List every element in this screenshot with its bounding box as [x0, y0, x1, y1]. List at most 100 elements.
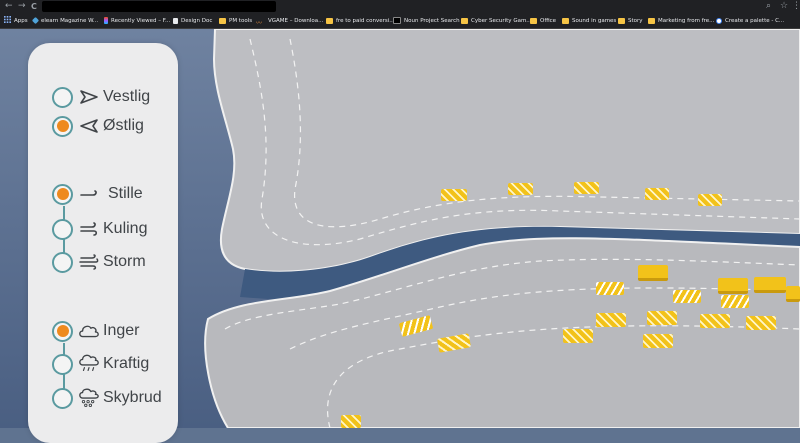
car [574, 182, 599, 194]
folder-icon [618, 17, 625, 24]
reload-button[interactable]: C [31, 1, 37, 12]
folder-icon [530, 17, 537, 24]
forward-button[interactable]: → [18, 1, 26, 12]
back-button[interactable]: ← [5, 1, 13, 12]
car [643, 334, 673, 348]
bookmark-design-doc[interactable]: Design Doc [173, 13, 212, 28]
bookmark-label: fre to paid conversi... [336, 17, 395, 24]
car [698, 194, 722, 206]
zoom-icon[interactable]: ⌕ [766, 1, 771, 12]
wind-calm-icon [78, 184, 100, 204]
bookmark-story[interactable]: Story [618, 13, 643, 28]
car [721, 295, 749, 308]
option-kraftig[interactable]: Kraftig [52, 353, 149, 375]
bookmark-apps[interactable]: Apps [4, 13, 28, 28]
bookmark-elearn[interactable]: elearn Magazine W... [31, 13, 99, 28]
option-label: Kraftig [103, 355, 150, 372]
bookmark-label: Create a palette - C... [725, 17, 785, 24]
option-kuling[interactable]: Kuling [52, 218, 147, 240]
bookmark-label: Recently Viewed – F... [111, 17, 171, 24]
option-inger[interactable]: Inger [52, 320, 139, 342]
bookmark-figma[interactable]: Recently Viewed – F... [104, 13, 170, 28]
bookmark-fre-to-paid[interactable]: fre to paid conversi... [326, 13, 395, 28]
option-label: Inger [103, 322, 140, 339]
bookmark-label: elearn Magazine W... [41, 17, 99, 24]
bookmark-marketing[interactable]: Marketing from fre... [648, 13, 714, 28]
cloud-heavy-rain-icon [78, 388, 100, 408]
option-storm[interactable]: Storm [52, 251, 146, 273]
car [700, 314, 730, 328]
browser-toolbar: ← → C ⌕ ☆ ⋮ [0, 0, 800, 13]
car [718, 278, 748, 294]
option-stille[interactable]: Stille [52, 183, 143, 205]
bookmark-label: Marketing from fre... [658, 17, 715, 24]
radio-storm[interactable] [52, 251, 73, 273]
bookmark-create-palette[interactable]: Create a palette - C... [716, 13, 784, 28]
car [746, 316, 776, 330]
option-label: Stille [108, 185, 143, 202]
car [596, 313, 626, 327]
car [645, 188, 669, 200]
radio-stille[interactable] [52, 183, 73, 205]
cloud-rain-icon [78, 354, 100, 374]
radio-ostlig[interactable] [52, 115, 73, 137]
radio-kraftig[interactable] [52, 353, 73, 375]
car [441, 189, 467, 201]
bookmark-label: Noun Project Search [404, 17, 460, 24]
folder-icon [326, 17, 333, 24]
bookmark-label: Sound in games [572, 17, 617, 24]
option-label: Skybrud [103, 389, 162, 406]
car [673, 290, 701, 303]
car [563, 329, 593, 343]
bookmark-cyber-security[interactable]: Cyber Security Gam... [461, 13, 532, 28]
car [647, 311, 677, 325]
apps-grid-icon [4, 16, 11, 25]
wind-storm-icon [78, 252, 100, 272]
bookmark-sound-in-games[interactable]: Sound in games [562, 13, 616, 28]
radio-skybrud[interactable] [52, 387, 73, 409]
cloud-icon [78, 321, 100, 341]
option-label: Storm [103, 253, 146, 270]
car [341, 415, 361, 428]
folder-icon [461, 17, 468, 24]
radio-kuling[interactable] [52, 218, 73, 240]
arrow-east-icon [78, 87, 100, 107]
bookmark-label: PM tools [229, 17, 253, 24]
chrome-icon [716, 17, 722, 24]
figma-icon [104, 17, 108, 24]
bookmark-vgame[interactable]: 〰 VGAME – Downloa... [256, 13, 323, 28]
bookmark-label: Cyber Security Gam... [471, 17, 532, 24]
option-label: Kuling [103, 220, 148, 237]
bookmark-label: Office [540, 17, 557, 24]
bookmark-label: Design Doc [181, 17, 213, 24]
noun-icon [393, 17, 401, 24]
menu-icon[interactable]: ⋮ [792, 1, 800, 12]
bookmark-noun-project[interactable]: Noun Project Search [393, 13, 460, 28]
car [786, 286, 800, 302]
radio-vestlig[interactable] [52, 86, 73, 108]
car [596, 282, 624, 295]
arrow-west-icon [78, 116, 100, 136]
address-bar[interactable] [42, 1, 276, 12]
bookmark-label: VGAME – Downloa... [268, 17, 324, 24]
car [638, 265, 668, 281]
wind-gale-icon [78, 219, 100, 239]
car [754, 277, 786, 293]
folder-icon [562, 17, 569, 24]
option-skybrud[interactable]: Skybrud [52, 387, 170, 409]
bookmark-label: Apps [14, 17, 28, 24]
radio-inger[interactable] [52, 320, 73, 342]
folder-icon [648, 17, 655, 24]
option-label: Østlig [103, 117, 144, 134]
bookmark-star-icon[interactable]: ☆ [780, 1, 788, 12]
option-label: Vestlig [103, 88, 151, 105]
option-vestlig[interactable]: Vestlig [52, 86, 150, 108]
bookmark-label: Story [628, 17, 643, 24]
folder-icon [219, 17, 226, 24]
option-ostlig[interactable]: Østlig [52, 115, 144, 137]
bookmarks-bar: Apps elearn Magazine W... Recently Viewe… [0, 13, 800, 29]
site-icon: 〰 [256, 19, 263, 27]
bookmark-pm-tools[interactable]: PM tools [219, 13, 252, 28]
doc-icon [173, 17, 178, 24]
bookmark-office[interactable]: Office [530, 13, 556, 28]
